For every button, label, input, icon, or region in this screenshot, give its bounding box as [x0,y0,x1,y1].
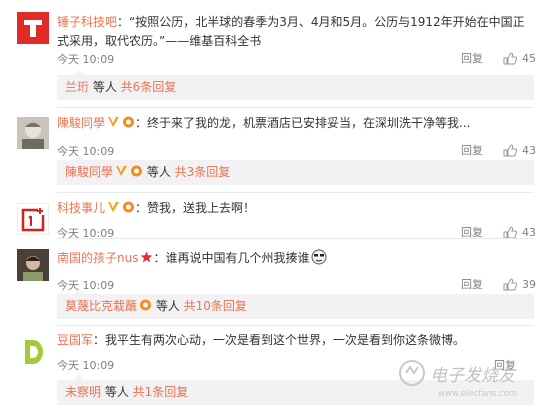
comment-time: 今天 10:09 [57,359,115,372]
avatar[interactable] [17,336,49,368]
sub-replies: 兰珩 等人 共6条回复 [57,70,534,100]
like-count: 45 [522,51,536,65]
sub-replies: 莫蔑比克栽蘸 等人 共10条回复 [57,289,534,319]
sub-replies: 陳駿同學 等人 共3条回复 [57,155,534,185]
divider [57,238,534,239]
divider [57,107,534,108]
like-count: 43 [522,225,536,239]
oneplus-logo-icon [21,206,47,232]
avatar[interactable] [17,249,49,281]
verified-v-icon [108,117,120,127]
sub-arrow [74,289,84,294]
verified-v-icon [108,202,120,212]
divider [57,192,534,193]
comment-text: ：“按照公历，北半球的春季为3月、4月和5月。公历与1912年开始在中国正式采用… [57,15,525,48]
sub-reply-user[interactable]: 兰珩 [65,80,89,94]
comment-text: ：终于来了我的龙，机票酒店已安排妥当，在深圳洗干净等我... [135,116,471,130]
sub-reply-user[interactable]: 陳駿同學 [65,165,113,179]
comment-username[interactable]: 南国的孩子nus [57,251,138,265]
comment-time: 今天 10:09 [57,53,115,66]
thumbs-up-icon [503,143,517,156]
like-button[interactable]: 43 [503,226,536,239]
comment-content: 陳駿同學 ：终于来了我的龙，机票酒店已安排妥当，在深圳洗干净等我... [57,114,532,133]
user-photo-icon [17,249,49,281]
sub-reply-mid: 等人 [101,385,133,399]
member-crown-icon [140,299,152,311]
comment-content: 锤子科技吧：“按照公历，北半球的春季为3月、4月和5月。公历与1912年开始在中… [57,13,532,51]
avatar[interactable] [17,117,49,149]
like-button[interactable]: 45 [503,52,536,65]
comment-actions: 回复 39 [461,276,536,292]
member-crown-icon [123,116,135,128]
comment-text: ：赞我，送我上去啊！ [135,201,256,215]
watermark-logo: 电子发烧友 www.elecfans.com [399,360,517,399]
verified-v-icon [116,166,128,176]
thumbs-up-icon [503,277,517,290]
user-photo-icon [17,117,49,149]
thumbs-up-icon [503,225,517,238]
sub-reply-more[interactable]: 共6条回复 [121,80,177,94]
like-count: 39 [522,277,536,291]
like-button[interactable]: 39 [503,278,536,291]
divider [57,325,534,326]
sub-reply-more[interactable]: 共10条回复 [184,299,247,313]
reply-button[interactable]: 回复 [461,50,483,66]
watermark-title: 电子发烧友 [430,366,517,386]
sub-arrow [74,155,84,160]
sub-reply-mid: 等人 [152,299,184,313]
emoji-icon [311,249,327,265]
sub-reply-more[interactable]: 共1条回复 [133,385,189,399]
smartisan-logo-icon [24,20,42,37]
comment-time: 今天 10:09 [57,145,115,158]
sub-reply-mid: 等人 [89,80,121,94]
comment-text: ：我平生有两次心动，一次是看到这个世界，一次是看到你这条微博。 [93,333,466,347]
like-button[interactable]: 43 [503,144,536,157]
comment-username[interactable]: 陳駿同學 [57,116,105,130]
like-count: 43 [522,143,536,157]
comment-username[interactable]: 锤子科技吧 [57,15,117,29]
member-crown-icon [131,165,143,177]
reply-button[interactable]: 回复 [461,142,483,158]
avatar[interactable] [17,12,49,44]
thumbs-up-icon [503,51,517,64]
comment-content: 科技事儿 ：赞我，送我上去啊！ [57,199,532,218]
comment-username[interactable]: 豆国军 [57,333,93,347]
reply-button[interactable]: 回复 [461,276,483,292]
sub-reply-user[interactable]: 莫蔑比克栽蘸 [65,299,137,313]
comment-actions: 回复 45 [461,50,536,66]
watermark: 电子发烧友 www.elecfans.com [398,353,538,403]
sub-arrow [74,375,84,380]
avatar[interactable] [17,203,49,235]
sub-reply-user[interactable]: 未察明 [65,385,101,399]
comment-time: 今天 10:09 [57,279,115,292]
comment-text: ：谁再说中国有几个州我揍谁 [153,251,310,265]
sub-arrow [74,70,84,75]
sub-reply-mid: 等人 [143,165,175,179]
sub-reply-more[interactable]: 共3条回复 [175,165,231,179]
comment-actions: 回复 43 [461,142,536,158]
star-badge-icon [141,251,153,263]
comment-content: 南国的孩子nus ：谁再说中国有几个州我揍谁 [57,249,532,268]
comment-username[interactable]: 科技事儿 [57,201,105,215]
d-logo-icon [25,340,43,364]
comment-content: 豆国军：我平生有两次心动，一次是看到这个世界，一次是看到你这条微博。 [57,331,532,350]
member-crown-icon [123,201,135,213]
watermark-url: www.elecfans.com [438,389,517,399]
